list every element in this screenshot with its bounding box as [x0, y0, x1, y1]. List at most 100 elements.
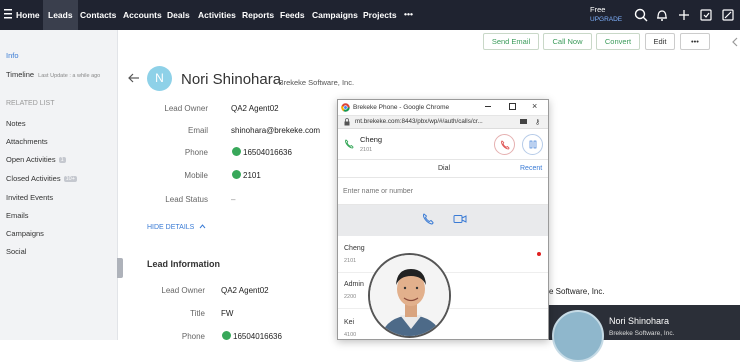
back-arrow-icon[interactable]: [128, 73, 140, 85]
field-label: Phone: [184, 148, 208, 157]
maximize-icon[interactable]: [509, 103, 516, 110]
convert-button[interactable]: Convert: [596, 33, 640, 50]
chevron-up-icon: [199, 224, 206, 231]
field-label: Mobile: [184, 171, 208, 180]
url-text[interactable]: mt.brekeke.com:8443/pbx/wp/#/auth/calls/…: [355, 118, 483, 125]
more-actions-button[interactable]: •••: [680, 33, 710, 50]
caller-extension: 2101: [360, 147, 373, 153]
top-navigation-bar: Home Leads Contacts Accounts Deals Activ…: [0, 0, 740, 30]
window-titlebar: Brekeke Phone - Google Chrome ×: [338, 100, 548, 116]
nav-feeds[interactable]: Feeds: [280, 10, 305, 20]
hold-button[interactable]: [522, 134, 543, 155]
edit-button[interactable]: Edit: [645, 33, 675, 50]
list-item[interactable]: Cheng 2101: [338, 236, 548, 273]
sidebar-item-label: Closed Activities: [6, 174, 61, 183]
count-badge: 1: [58, 157, 66, 164]
contact-name: Cheng: [344, 245, 365, 252]
info-title-value: FW: [221, 309, 234, 318]
lead-owner-value: QA2 Agent02: [231, 104, 279, 113]
sidebar-item-attachments[interactable]: Attachments: [6, 137, 48, 146]
menu-icon[interactable]: [4, 9, 12, 19]
tab-recent[interactable]: Recent: [520, 165, 542, 172]
hangup-icon: [500, 140, 509, 150]
lock-icon: [344, 118, 350, 128]
sidebar-item-open-activities[interactable]: Open Activities 1: [6, 155, 66, 164]
section-title: Lead Information: [147, 259, 221, 269]
search-area: [338, 178, 548, 205]
tab-dial[interactable]: Dial: [438, 165, 450, 172]
phone-icon: [344, 139, 354, 151]
hide-details-label: HIDE DETAILS: [147, 224, 195, 231]
nav-leads[interactable]: Leads: [43, 0, 78, 30]
video-call-icon[interactable]: [453, 214, 467, 226]
field-label: Lead Owner: [164, 104, 208, 113]
sidebar-collapse-handle[interactable]: [117, 258, 123, 278]
dial-tabs: Dial Recent: [338, 160, 548, 178]
sidebar-item-invited-events[interactable]: Invited Events: [6, 193, 53, 202]
address-bar: mt.brekeke.com:8443/pbx/wp/#/auth/calls/…: [338, 116, 548, 129]
count-badge: 10+: [63, 176, 77, 183]
calendar-icon[interactable]: [698, 7, 714, 23]
chevron-left-icon[interactable]: [731, 37, 739, 49]
key-icon[interactable]: ⚷: [535, 118, 540, 126]
nav-campaigns[interactable]: Campaigns: [312, 10, 358, 20]
search-icon[interactable]: [633, 7, 649, 23]
close-icon[interactable]: ×: [532, 101, 537, 111]
phone-value[interactable]: 16504016636: [232, 147, 292, 157]
hangup-button[interactable]: [494, 134, 515, 155]
caller-video-bubble[interactable]: [368, 253, 451, 338]
bell-icon[interactable]: [654, 7, 670, 23]
sidebar-item-label: Open Activities: [6, 155, 56, 164]
sidebar-item-campaigns[interactable]: Campaigns: [6, 229, 44, 238]
field-label: Lead Status: [165, 195, 208, 204]
search-input[interactable]: [343, 185, 543, 198]
nav-reports[interactable]: Reports: [242, 10, 274, 20]
phone-call-icon[interactable]: [232, 147, 241, 157]
camera-indicator-icon[interactable]: [520, 119, 527, 124]
sidebar-item-emails[interactable]: Emails: [6, 211, 29, 220]
active-call-row: Cheng 2101: [338, 129, 548, 160]
lead-name: Nori Shinohara: [181, 71, 282, 88]
sidebar-item-notes[interactable]: Notes: [6, 119, 26, 128]
phone-call-icon[interactable]: [222, 331, 231, 341]
hide-details-link[interactable]: HIDE DETAILS: [147, 224, 206, 231]
lead-status-value: –: [231, 195, 236, 204]
caller-name: Cheng: [360, 135, 383, 144]
contact-extension: 2101: [344, 258, 357, 264]
info-lead-owner-value: QA2 Agent02: [221, 286, 269, 295]
sidebar-item-social[interactable]: Social: [6, 247, 26, 256]
plus-icon[interactable]: [676, 7, 692, 23]
lead-company: - Brekeke Software, Inc.: [274, 78, 355, 87]
chrome-icon: [341, 103, 350, 114]
nav-activities[interactable]: Activities: [198, 10, 236, 20]
send-email-button[interactable]: Send Email: [483, 33, 539, 50]
phone-call-icon[interactable]: [232, 170, 241, 180]
card-name: Nori Shinohara: [609, 316, 670, 326]
profile-card: Nori Shinohara Brekeke Software, Inc.: [549, 305, 740, 362]
contact-name: Admin: [344, 281, 364, 288]
sidebar-item-info[interactable]: Info: [6, 51, 19, 60]
mobile-number: 2101: [243, 171, 261, 180]
nav-projects[interactable]: Projects: [363, 10, 397, 20]
sidebar-item-timeline[interactable]: Timeline Last Update : a while ago: [6, 70, 100, 79]
nav-home[interactable]: Home: [16, 10, 40, 20]
minimize-icon[interactable]: [485, 106, 491, 107]
nav-deals[interactable]: Deals: [167, 10, 190, 20]
contact-extension: 2200: [344, 294, 357, 300]
settings-icon[interactable]: [720, 7, 736, 23]
contact-name: Kei: [344, 319, 355, 326]
sidebar-item-closed-activities[interactable]: Closed Activities 10+: [6, 174, 77, 183]
lead-avatar: N: [147, 66, 172, 91]
email-value[interactable]: shinohara@brekeke.com: [231, 126, 320, 135]
voice-call-icon[interactable]: [422, 213, 434, 227]
field-label: Title: [190, 309, 205, 318]
nav-contacts[interactable]: Contacts: [80, 10, 116, 20]
window-title: Brekeke Phone - Google Chrome: [353, 104, 450, 111]
nav-accounts[interactable]: Accounts: [123, 10, 162, 20]
sidebar-item-label: Timeline: [6, 70, 35, 79]
call-now-button[interactable]: Call Now: [543, 33, 592, 50]
mobile-value[interactable]: 2101: [232, 170, 261, 180]
nav-more-button[interactable]: •••: [404, 9, 413, 19]
upgrade-link[interactable]: UPGRADE: [590, 16, 622, 23]
plan-label: Free: [590, 5, 606, 14]
